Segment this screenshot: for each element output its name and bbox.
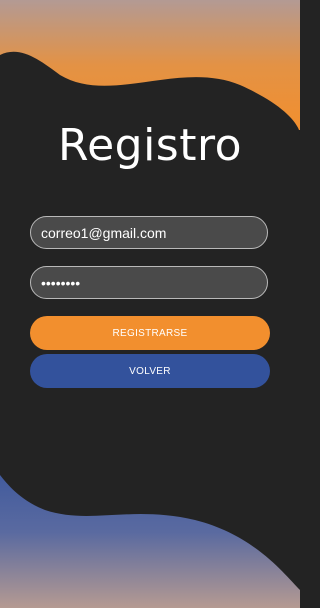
register-button[interactable]: REGISTRARSE	[30, 316, 270, 350]
back-button[interactable]: VOLVER	[30, 354, 270, 388]
password-field[interactable]	[30, 266, 268, 299]
page-title: Registro	[57, 120, 243, 171]
registration-screen: Registro REGISTRARSE VOLVER	[0, 0, 300, 608]
background-decoration	[0, 0, 300, 608]
email-field[interactable]	[30, 216, 268, 249]
